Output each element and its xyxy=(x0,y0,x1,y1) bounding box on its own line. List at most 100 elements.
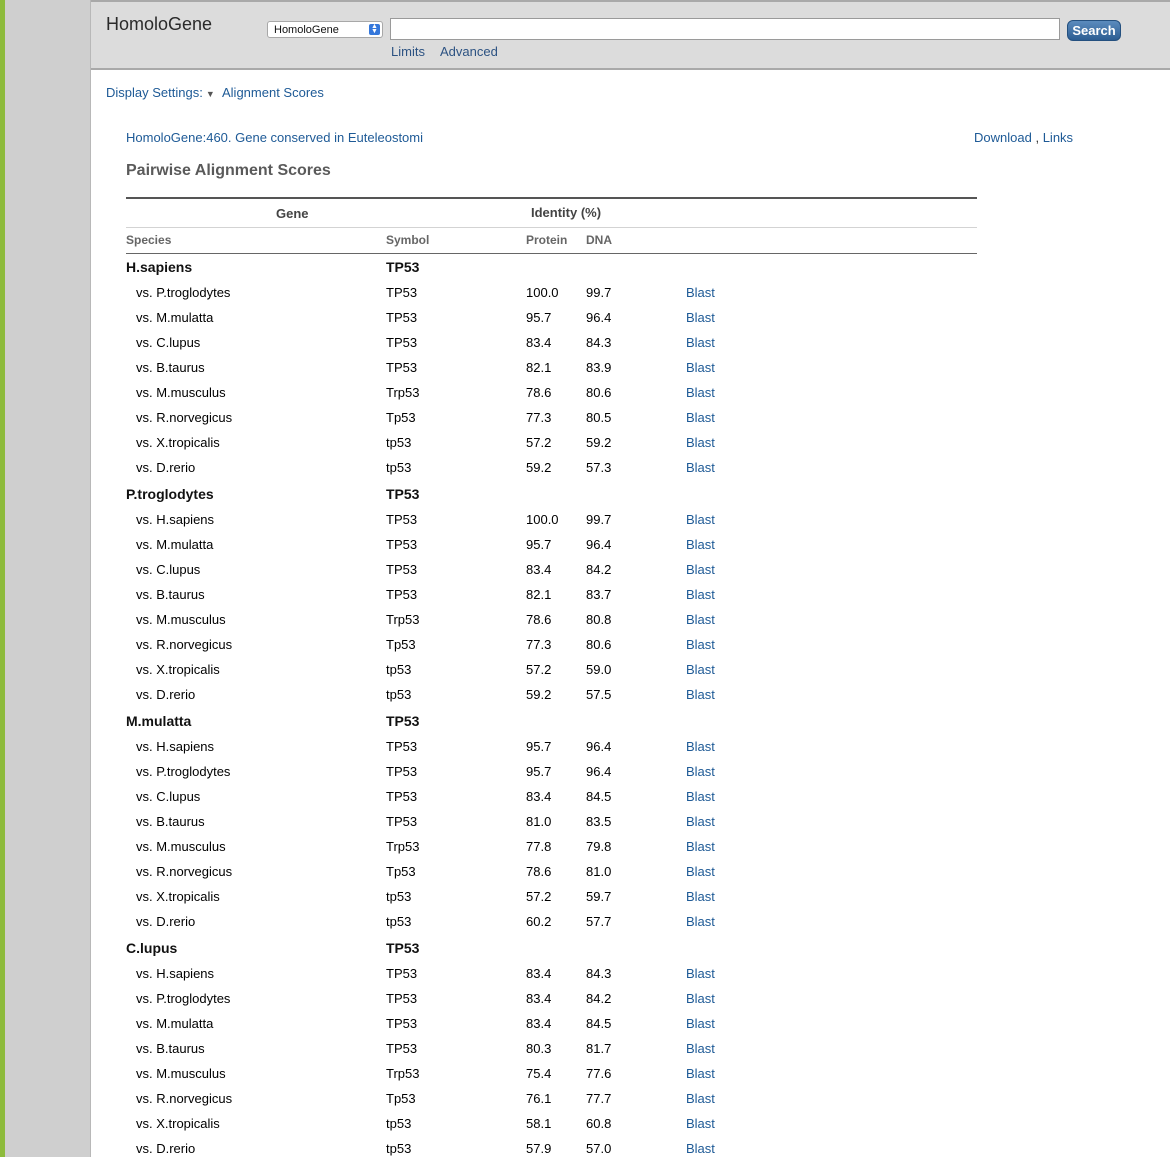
gene-symbol: Trp53 xyxy=(386,839,420,854)
header-symbol: Symbol xyxy=(386,233,430,247)
display-settings-menu[interactable]: Display Settings: ▼ xyxy=(106,85,215,100)
comparison-species: vs. X.tropicalis xyxy=(136,889,220,904)
blast-link[interactable]: Blast xyxy=(686,914,715,929)
blast-link[interactable]: Blast xyxy=(686,335,715,350)
links-link[interactable]: Links xyxy=(1043,130,1073,145)
comparison-species: vs. B.taurus xyxy=(136,814,205,829)
database-select[interactable]: HomoloGene ▲ ▼ xyxy=(267,21,383,38)
blast-link[interactable]: Blast xyxy=(686,612,715,627)
chevron-down-icon: ▼ xyxy=(205,89,215,99)
dna-identity: 59.0 xyxy=(586,662,612,677)
comparison-species: vs. B.taurus xyxy=(136,360,205,375)
protein-identity: 60.2 xyxy=(526,914,552,929)
comparison-species: vs. X.tropicalis xyxy=(136,435,220,450)
blast-link[interactable]: Blast xyxy=(686,1016,715,1031)
gene-symbol: Tp53 xyxy=(386,637,416,652)
blast-link[interactable]: Blast xyxy=(686,814,715,829)
blast-link[interactable]: Blast xyxy=(686,739,715,754)
comparison-species: vs. D.rerio xyxy=(136,914,196,929)
blast-link[interactable]: Blast xyxy=(686,537,715,552)
blast-link[interactable]: Blast xyxy=(686,864,715,879)
advanced-link[interactable]: Advanced xyxy=(440,44,498,59)
blast-link[interactable]: Blast xyxy=(686,562,715,577)
table-row: vs. M.mulatta TP53 83.4 84.5 Blast xyxy=(126,1016,977,1041)
dna-identity: 96.4 xyxy=(586,739,612,754)
blast-link[interactable]: Blast xyxy=(686,839,715,854)
species-name: P.troglodytes xyxy=(126,486,214,502)
blast-link[interactable]: Blast xyxy=(686,637,715,652)
protein-identity: 75.4 xyxy=(526,1066,552,1081)
alignment-scores-label[interactable]: Alignment Scores xyxy=(222,85,324,100)
protein-identity: 83.4 xyxy=(526,1016,552,1031)
gene-symbol: TP53 xyxy=(386,310,418,325)
blast-link[interactable]: Blast xyxy=(686,662,715,677)
blast-link[interactable]: Blast xyxy=(686,587,715,602)
gene-symbol: TP53 xyxy=(386,739,418,754)
table-row: vs. X.tropicalis tp53 57.2 59.7 Blast xyxy=(126,889,977,914)
dna-identity: 80.6 xyxy=(586,385,612,400)
record-links: Download , Links xyxy=(974,130,1073,145)
gene-symbol: Trp53 xyxy=(386,1066,420,1081)
comparison-species: vs. M.mulatta xyxy=(136,310,214,325)
table-row: vs. D.rerio tp53 59.2 57.3 Blast xyxy=(126,460,977,485)
dna-identity: 60.8 xyxy=(586,1116,612,1131)
dna-identity: 84.5 xyxy=(586,789,612,804)
blast-link[interactable]: Blast xyxy=(686,285,715,300)
blast-link[interactable]: Blast xyxy=(686,310,715,325)
protein-identity: 59.2 xyxy=(526,687,552,702)
comparison-species: vs. D.rerio xyxy=(136,687,196,702)
dna-identity: 80.6 xyxy=(586,637,612,652)
blast-link[interactable]: Blast xyxy=(686,512,715,527)
comparison-species: vs. C.lupus xyxy=(136,562,201,577)
table-row: vs. C.lupus TP53 83.4 84.5 Blast xyxy=(126,789,977,814)
comparison-species: vs. M.musculus xyxy=(136,612,226,627)
blast-link[interactable]: Blast xyxy=(686,1116,715,1131)
download-link[interactable]: Download xyxy=(974,130,1032,145)
blast-link[interactable]: Blast xyxy=(686,764,715,779)
comparison-species: vs. P.troglodytes xyxy=(136,991,231,1006)
blast-link[interactable]: Blast xyxy=(686,360,715,375)
table-row: vs. C.lupus TP53 83.4 84.3 Blast xyxy=(126,335,977,360)
search-input[interactable] xyxy=(390,18,1060,40)
dna-identity: 83.7 xyxy=(586,587,612,602)
blast-link[interactable]: Blast xyxy=(686,789,715,804)
blast-link[interactable]: Blast xyxy=(686,1141,715,1156)
protein-identity: 58.1 xyxy=(526,1116,552,1131)
comparison-species: vs. H.sapiens xyxy=(136,966,215,981)
gene-symbol: tp53 xyxy=(386,889,412,904)
blast-link[interactable]: Blast xyxy=(686,1066,715,1081)
limits-link[interactable]: Limits xyxy=(391,44,425,59)
protein-identity: 100.0 xyxy=(526,512,559,527)
protein-identity: 57.2 xyxy=(526,435,552,450)
blast-link[interactable]: Blast xyxy=(686,991,715,1006)
gene-symbol: tp53 xyxy=(386,1116,412,1131)
blast-link[interactable]: Blast xyxy=(686,385,715,400)
gene-symbol: TP53 xyxy=(386,966,418,981)
protein-identity: 83.4 xyxy=(526,991,552,1006)
blast-link[interactable]: Blast xyxy=(686,460,715,475)
blast-link[interactable]: Blast xyxy=(686,687,715,702)
header-identity: Identity (%) xyxy=(531,205,602,220)
gene-symbol: Tp53 xyxy=(386,864,416,879)
table-row: vs. R.norvegicus Tp53 77.3 80.5 Blast xyxy=(126,410,977,435)
gene-symbol: TP53 xyxy=(386,537,418,552)
blast-link[interactable]: Blast xyxy=(686,1041,715,1056)
blast-link[interactable]: Blast xyxy=(686,966,715,981)
blast-link[interactable]: Blast xyxy=(686,435,715,450)
blast-link[interactable]: Blast xyxy=(686,1091,715,1106)
protein-identity: 95.7 xyxy=(526,537,552,552)
protein-identity: 82.1 xyxy=(526,587,552,602)
blast-link[interactable]: Blast xyxy=(686,410,715,425)
comparison-species: vs. B.taurus xyxy=(136,1041,205,1056)
protein-identity: 83.4 xyxy=(526,966,552,981)
species-symbol: TP53 xyxy=(386,486,420,502)
protein-identity: 57.2 xyxy=(526,662,552,677)
gene-symbol: TP53 xyxy=(386,562,418,577)
search-button[interactable]: Search xyxy=(1067,20,1121,41)
blast-link[interactable]: Blast xyxy=(686,889,715,904)
record-title-link[interactable]: HomoloGene:460. Gene conserved in Eutele… xyxy=(126,130,423,145)
comparison-species: vs. M.mulatta xyxy=(136,537,214,552)
species-symbol: TP53 xyxy=(386,940,420,956)
species-symbol: TP53 xyxy=(386,259,420,275)
protein-identity: 77.3 xyxy=(526,410,552,425)
